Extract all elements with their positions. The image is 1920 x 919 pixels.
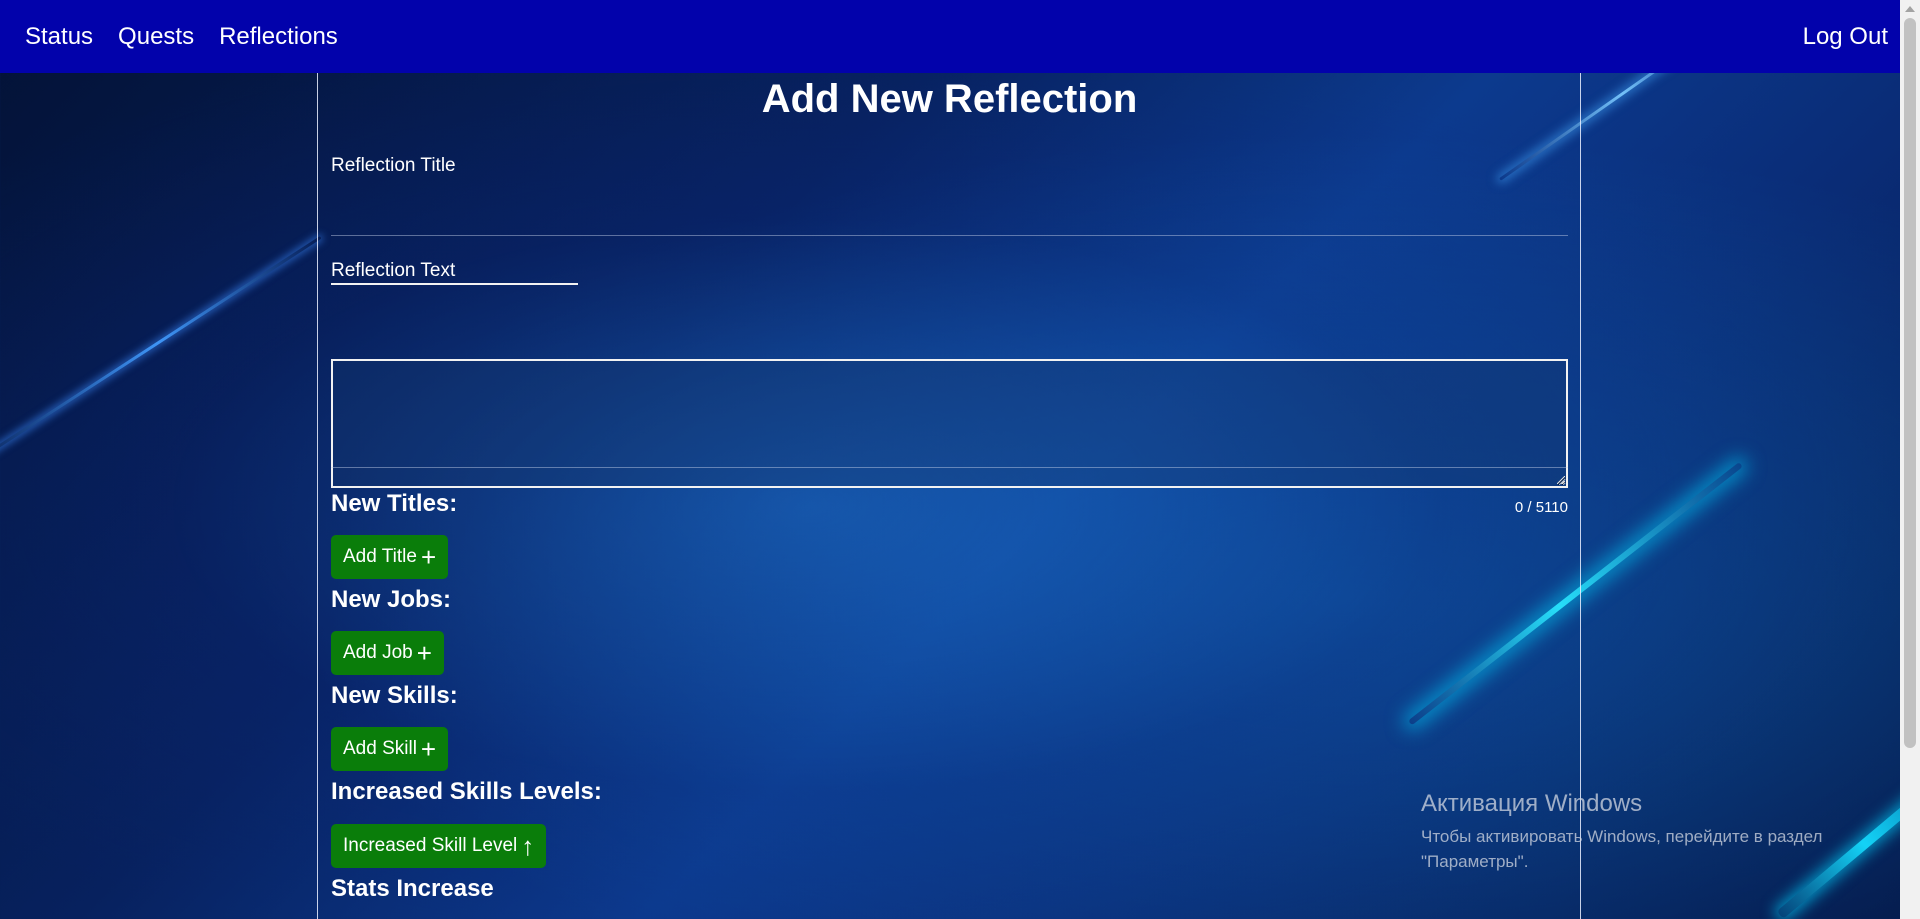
- plus-icon: +: [420, 734, 437, 764]
- increased-skill-level-button[interactable]: Increased Skill Level ↑: [331, 824, 547, 868]
- background-light-streak: [0, 236, 322, 473]
- nav-link-reflections[interactable]: Reflections: [219, 23, 338, 51]
- character-counter: 0 / 5110: [1514, 499, 1568, 516]
- reflection-text-label: Reflection Text: [331, 260, 456, 281]
- windows-activation-watermark: Активация Windows Чтобы активировать Win…: [1421, 790, 1822, 874]
- new-jobs-heading: New Jobs:: [331, 586, 452, 613]
- new-titles-heading: New Titles:: [331, 490, 458, 517]
- scroll-thumb[interactable]: [1904, 18, 1916, 748]
- divider: [331, 235, 1568, 236]
- plus-icon: +: [416, 638, 432, 668]
- watermark-line: "Параметры".: [1421, 852, 1529, 871]
- add-title-button[interactable]: Add Title +: [331, 535, 449, 579]
- reflection-title-label: Reflection Title: [331, 155, 456, 176]
- nav-link-quests[interactable]: Quests: [118, 23, 194, 51]
- new-skills-heading: New Skills:: [331, 682, 458, 709]
- add-job-label: Add Job: [343, 642, 413, 663]
- increased-skill-levels-heading: Increased Skills Levels:: [331, 778, 602, 805]
- top-navbar: Status Quests Reflections Log Out: [0, 0, 1900, 73]
- arrow-up-icon: ↑: [521, 831, 535, 861]
- page-scrollbar[interactable]: [1900, 0, 1920, 919]
- add-skill-button[interactable]: Add Skill +: [331, 727, 449, 771]
- nav-link-status[interactable]: Status: [25, 23, 93, 51]
- page-title: Add New Reflection: [761, 77, 1138, 121]
- reflection-text-area[interactable]: [331, 359, 1568, 488]
- divider: [331, 467, 1568, 468]
- nav-links: Status Quests Reflections: [25, 23, 338, 51]
- add-title-label: Add Title: [343, 546, 417, 567]
- plus-icon: +: [420, 542, 437, 572]
- stats-increase-heading: Stats Increase: [331, 875, 494, 902]
- increased-skill-level-label: Increased Skill Level: [343, 835, 518, 856]
- reflection-form-panel: Add New Reflection Reflection Title Refl…: [317, 73, 1581, 919]
- resize-grip-icon[interactable]: [1557, 476, 1565, 484]
- scroll-up-arrow-icon[interactable]: [1905, 6, 1915, 12]
- add-job-button[interactable]: Add Job +: [331, 631, 444, 675]
- add-skill-label: Add Skill: [343, 738, 417, 759]
- watermark-line: Чтобы активировать Windows, перейдите в …: [1421, 827, 1823, 846]
- watermark-title: Активация Windows: [1421, 790, 1643, 817]
- logout-link[interactable]: Log Out: [1803, 23, 1888, 51]
